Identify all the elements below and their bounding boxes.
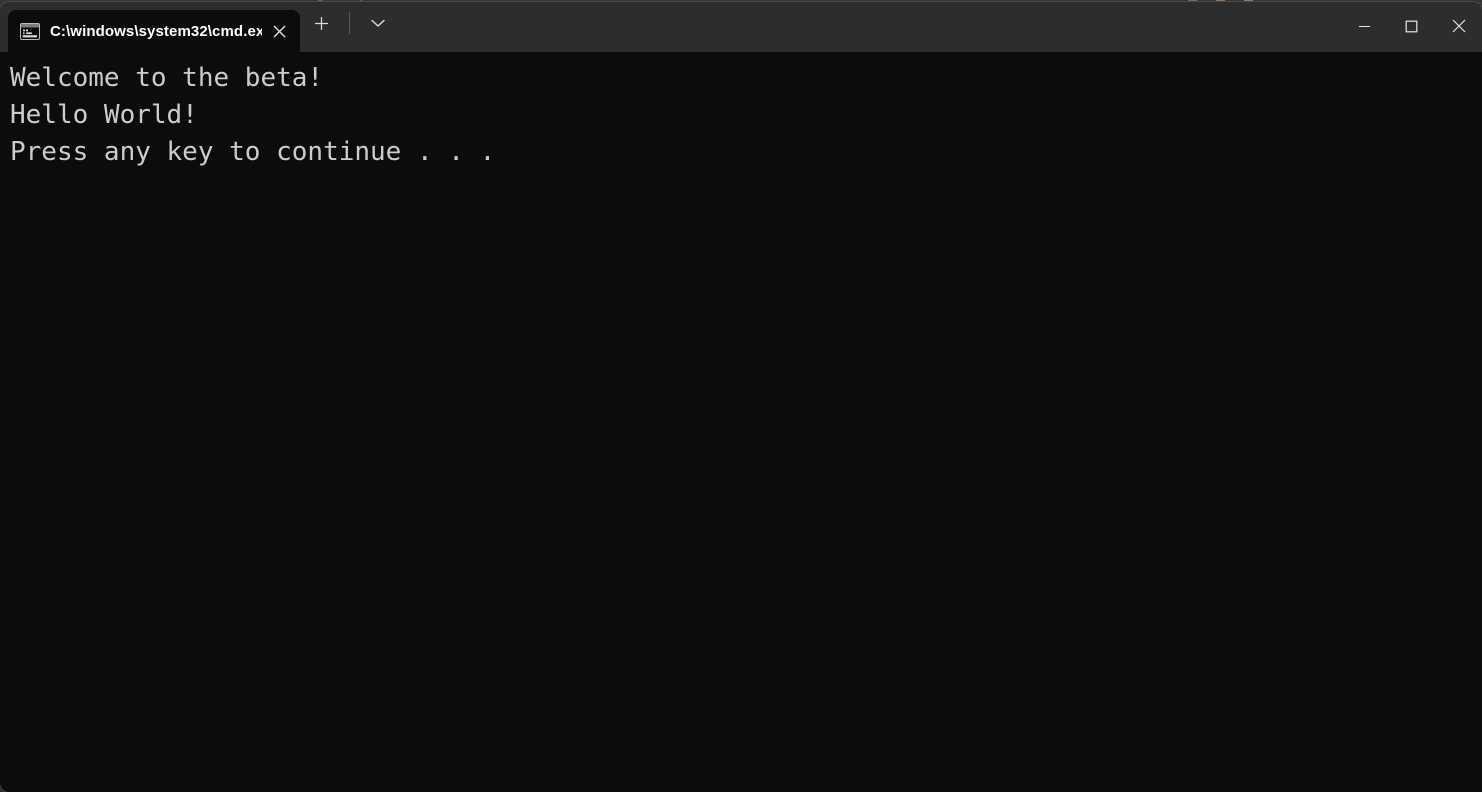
tab-title: C:\windows\system32\cmd.exe bbox=[50, 22, 262, 40]
terminal-output: Welcome to the beta! Hello World! Press … bbox=[10, 63, 496, 167]
tab-bar: C:\windows\system32\cmd.exe bbox=[0, 2, 1482, 52]
desktop-background: C:\windows\system32\cmd.exe Welcome to t… bbox=[0, 0, 1482, 792]
toolbar-divider bbox=[349, 12, 350, 34]
tab-close-icon[interactable] bbox=[262, 14, 296, 48]
terminal-window: C:\windows\system32\cmd.exe Welcome to t… bbox=[0, 2, 1482, 792]
terminal-body[interactable]: Welcome to the beta! Hello World! Press … bbox=[0, 52, 1482, 792]
chevron-down-icon[interactable] bbox=[359, 6, 397, 40]
window-controls bbox=[1341, 2, 1482, 50]
close-button[interactable] bbox=[1435, 2, 1482, 50]
new-tab-button[interactable] bbox=[302, 6, 340, 40]
tab-strip: C:\windows\system32\cmd.exe bbox=[0, 2, 300, 52]
tab-cmd[interactable]: C:\windows\system32\cmd.exe bbox=[8, 10, 300, 52]
tab-actions bbox=[300, 2, 397, 52]
maximize-button[interactable] bbox=[1388, 2, 1435, 50]
minimize-button[interactable] bbox=[1341, 2, 1388, 50]
console-icon bbox=[20, 22, 40, 40]
